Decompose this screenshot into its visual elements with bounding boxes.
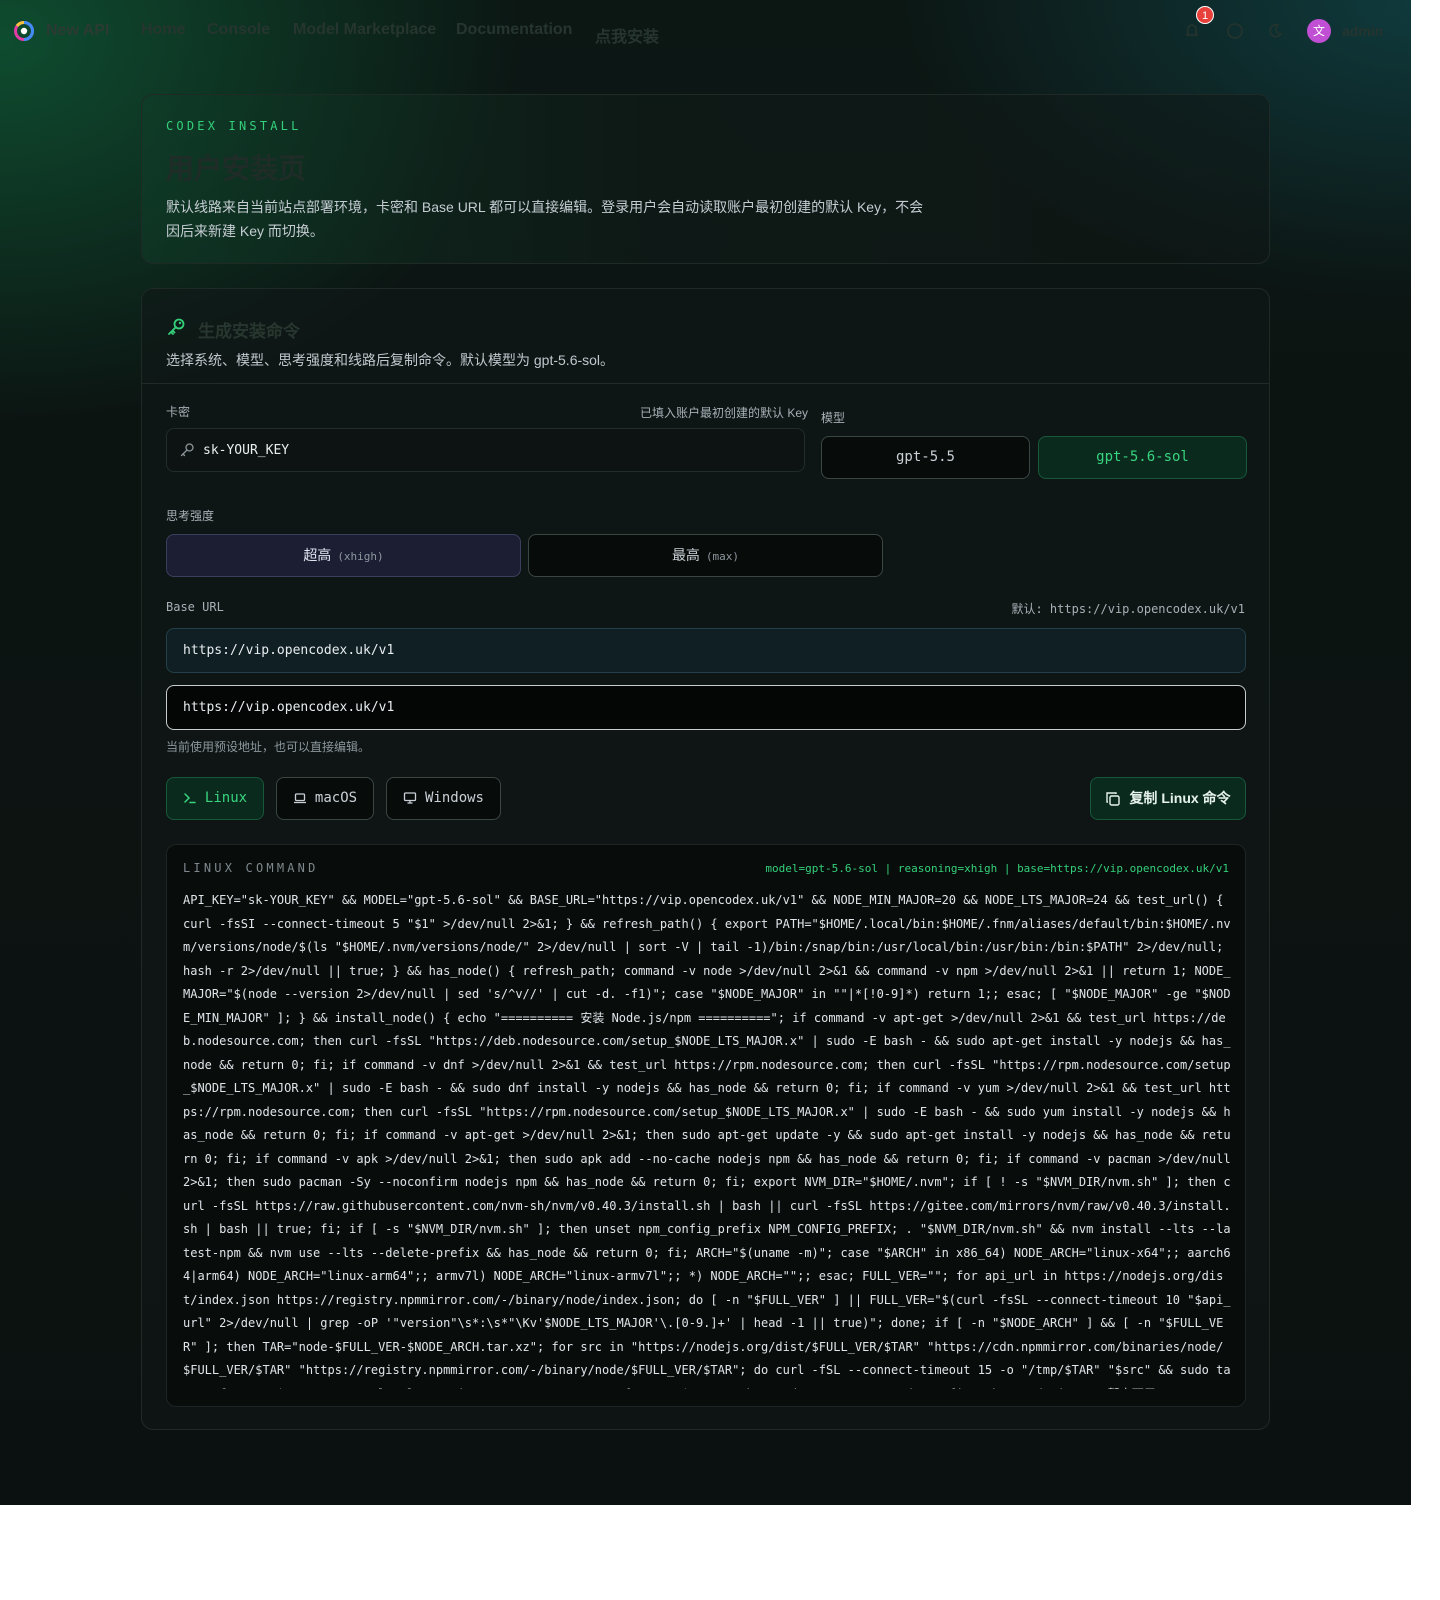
nav-link-model-marketplace[interactable]: Model Marketplace xyxy=(293,21,436,39)
model-label: 模型 xyxy=(821,411,846,425)
theme-toggle-icon[interactable] xyxy=(1266,22,1284,40)
key-value: sk-YOUR_KEY xyxy=(203,443,290,458)
app-root: New API Home Console Model Marketplace D… xyxy=(0,0,1411,1505)
model-option-gpt-5-6-sol[interactable]: gpt-5.6-sol xyxy=(1038,436,1247,479)
top-nav: New API Home Console Model Marketplace D… xyxy=(0,0,1411,62)
command-text[interactable]: API_KEY="sk-YOUR_KEY" && MODEL="gpt-5.6-… xyxy=(183,889,1231,1389)
effort-option-label: 最高 xyxy=(671,547,700,563)
effort-option-max[interactable]: 最高 (max) xyxy=(528,534,883,577)
hero-card: CODEX INSTALL 用户安装页 默认线路来自当前站点部署环境，卡密和 B… xyxy=(141,94,1270,264)
monitor-icon xyxy=(403,792,417,804)
base-url-default-note: 默认: https://vip.opencodex.uk/v1 xyxy=(1011,602,1245,616)
copy-command-button[interactable]: 复制 Linux 命令 xyxy=(1090,777,1246,820)
command-meta: model=gpt-5.6-sol | reasoning=xhigh | ba… xyxy=(765,862,1229,875)
section-title: 生成安装命令 xyxy=(198,322,300,341)
hero-eyebrow: CODEX INSTALL xyxy=(166,119,302,133)
os-option-label: macOS xyxy=(314,790,358,806)
key-label: 卡密 xyxy=(166,405,191,419)
brand-name[interactable]: New API xyxy=(46,22,109,40)
base-url-value: https://vip.opencodex.uk/v1 xyxy=(183,700,395,715)
os-option-linux[interactable]: Linux xyxy=(166,777,264,820)
page-title: 用户安装页 xyxy=(166,153,307,184)
notification-badge: 1 xyxy=(1196,6,1214,24)
install-generator-card: 生成安装命令 选择系统、模型、思考强度和线路后复制命令。默认模型为 gpt-5.… xyxy=(141,288,1270,1430)
nav-link-install[interactable]: 点我安装 xyxy=(595,23,659,47)
base-url-preset-value: https://vip.opencodex.uk/v1 xyxy=(183,643,395,658)
copy-command-label: 复制 Linux 命令 xyxy=(1129,790,1231,806)
bell-icon[interactable] xyxy=(1183,22,1201,40)
avatar[interactable]: 文 xyxy=(1307,19,1331,43)
os-option-label: Linux xyxy=(204,790,248,806)
nav-link-console[interactable]: Console xyxy=(207,21,270,39)
base-url-preset-select[interactable]: https://vip.opencodex.uk/v1 xyxy=(166,628,1246,673)
key-input[interactable]: sk-YOUR_KEY xyxy=(166,428,805,472)
copy-icon xyxy=(1106,792,1121,806)
laptop-icon xyxy=(293,793,306,804)
key-field-icon xyxy=(180,443,194,457)
effort-option-sub: (xhigh) xyxy=(337,550,384,563)
logo-icon[interactable] xyxy=(13,20,35,42)
command-box: LINUX COMMAND model=gpt-5.6-sol | reason… xyxy=(166,844,1246,1407)
os-option-macos[interactable]: macOS xyxy=(276,777,374,820)
hero-description: 默认线路来自当前站点部署环境，卡密和 Base URL 都可以直接编辑。登录用户… xyxy=(166,199,924,239)
nav-link-home[interactable]: Home xyxy=(141,21,185,39)
key-note: 已填入账户最初创建的默认 Key xyxy=(640,406,809,420)
base-url-hint: 当前使用预设地址，也可以直接编辑。 xyxy=(166,740,371,754)
effort-option-sub: (max) xyxy=(705,550,740,563)
terminal-icon xyxy=(184,793,196,804)
model-option-gpt-5-5[interactable]: gpt-5.5 xyxy=(821,436,1030,479)
nav-link-documentation[interactable]: Documentation xyxy=(456,21,572,39)
section-description: 选择系统、模型、思考强度和线路后复制命令。默认模型为 gpt-5.6-sol。 xyxy=(166,352,615,368)
divider xyxy=(142,383,1269,384)
effort-label: 思考强度 xyxy=(166,509,215,523)
effort-option-xhigh[interactable]: 超高 (xhigh) xyxy=(166,534,521,577)
os-option-windows[interactable]: Windows xyxy=(386,777,501,820)
os-option-label: Windows xyxy=(424,790,484,806)
base-url-input[interactable]: https://vip.opencodex.uk/v1 xyxy=(166,685,1246,730)
language-icon[interactable] xyxy=(1226,22,1244,40)
key-icon xyxy=(168,318,185,335)
base-url-label: Base URL xyxy=(166,600,224,614)
effort-option-label: 超高 xyxy=(303,547,332,563)
command-header: LINUX COMMAND xyxy=(183,861,319,875)
user-name[interactable]: admin xyxy=(1342,23,1383,39)
